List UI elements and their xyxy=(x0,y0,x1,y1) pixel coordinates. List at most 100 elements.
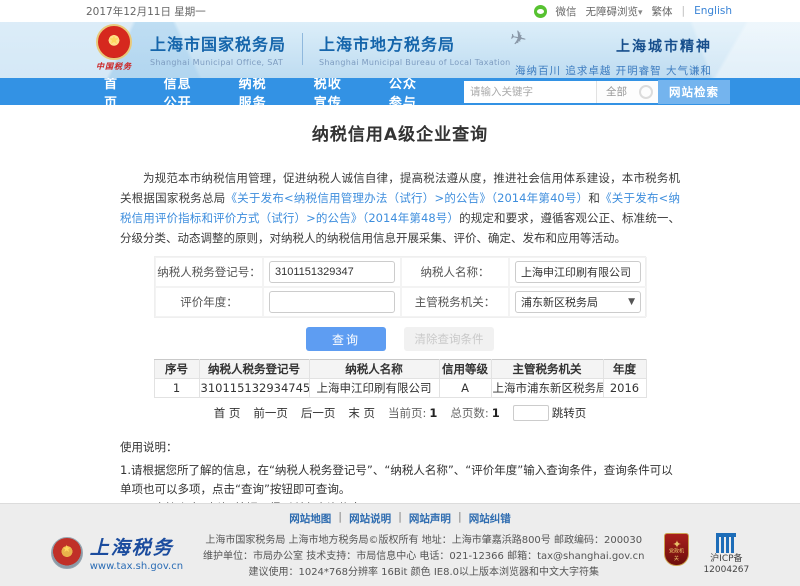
wechat-icon[interactable] xyxy=(534,5,547,18)
org1-english: Shanghai Municipal Office, SAT xyxy=(150,58,286,67)
top-utility-bar: 2017年12月11日 星期一 微信 无障碍浏览▾ 繁体 | English xyxy=(0,0,800,22)
query-button[interactable]: 查询 xyxy=(306,327,386,351)
nav-item-tax-publicity[interactable]: 税收宣传 xyxy=(314,73,345,111)
site-header: 中国税务 上海市国家税务局 Shanghai Municipal Office,… xyxy=(0,22,800,78)
current-page-number: 1 xyxy=(429,406,437,420)
col-header-reg-no: 纳税人税务登记号 xyxy=(199,360,309,379)
footer-site-url: www.tax.sh.gov.cn xyxy=(90,561,183,572)
taxpayer-name-input[interactable] xyxy=(515,261,641,283)
org2-english: Shanghai Municipal Bureau of Local Taxat… xyxy=(319,58,511,67)
footer-browser-advice-line: 建议使用：1024*768分辨率 16Bit 颜色 IE8.0以上版本浏览器和中… xyxy=(203,565,644,581)
table-cell-name: 上海申江印刷有限公司 xyxy=(309,379,439,398)
tax-emblem-logo[interactable]: 中国税务 xyxy=(88,24,140,72)
col-header-year: 年度 xyxy=(603,360,646,379)
org1-name: 上海市国家税务局 xyxy=(150,31,286,55)
footer-links: 网站地图 | 网站说明 | 网站声明 | 网站纠错 xyxy=(0,511,800,526)
pagination: 首 页 前一页 后一页 末 页 当前页: 1 总页数: 1 跳转页 xyxy=(120,405,680,421)
national-emblem-icon xyxy=(96,24,132,60)
main-content: 纳税信用A级企业查询 为规范本市纳税信用管理，促进纳税人诚信自律，提高税法遵从度… xyxy=(120,105,680,537)
current-page-label: 当前页: xyxy=(388,405,426,421)
org-national-tax[interactable]: 上海市国家税务局 Shanghai Municipal Office, SAT xyxy=(150,31,286,67)
col-header-authority: 主管税务机关 xyxy=(491,360,603,379)
eval-year-input[interactable] xyxy=(269,291,395,313)
tax-authority-select[interactable]: 浦东新区税务局 ▼ xyxy=(515,291,641,313)
total-pages-number: 1 xyxy=(492,406,500,420)
table-cell-year: 2016 xyxy=(603,379,646,398)
footer-link-error-report[interactable]: 网站纠错 xyxy=(469,511,511,526)
icp-number: 12004267 xyxy=(703,565,749,576)
col-header-name: 纳税人名称 xyxy=(309,360,439,379)
logo-caption: 中国税务 xyxy=(88,61,140,72)
intro-paragraph: 为规范本市纳税信用管理，促进纳税人诚信自律，提高税法遵从度，推进社会信用体系建设… xyxy=(120,168,680,248)
total-pages-label: 总页数: xyxy=(450,405,488,421)
wechat-link[interactable]: 微信 xyxy=(556,4,577,19)
main-nav: 首页 信息公开 纳税服务 税收宣传 公众参与 全部 网站检索 xyxy=(0,78,800,105)
taxpayer-name-label: 纳税人名称： xyxy=(421,264,490,280)
separator: | xyxy=(398,511,402,526)
jump-page-input[interactable] xyxy=(513,405,549,421)
instruction-line-1: 1.请根据您所了解的信息，在“纳税人税务登记号”、“纳税人名称”、“评价年度”输… xyxy=(120,461,680,499)
last-page-link[interactable]: 末 页 xyxy=(348,405,375,421)
search-scope-label: 全部 xyxy=(606,84,627,99)
accessibility-link[interactable]: 无障碍浏览▾ xyxy=(586,4,643,19)
reg-no-label: 纳税人税务登记号： xyxy=(157,264,261,280)
jump-page-button[interactable]: 跳转页 xyxy=(552,405,587,421)
nav-item-public-participation[interactable]: 公众参与 xyxy=(389,73,420,111)
org-local-tax[interactable]: 上海市地方税务局 Shanghai Municipal Bureau of Lo… xyxy=(319,31,511,67)
date-text: 2017年12月11日 星期一 xyxy=(86,4,206,19)
divider xyxy=(302,33,303,65)
icp-label: 沪ICP备 xyxy=(703,554,749,565)
nav-item-info-disclosure[interactable]: 信息公开 xyxy=(164,73,195,111)
icp-registration[interactable]: 沪ICP备 12004267 xyxy=(703,533,749,576)
eval-year-label: 评价年度： xyxy=(180,294,238,310)
table-cell-reg-no: 310115132934745 xyxy=(199,379,309,398)
col-header-index: 序号 xyxy=(154,360,199,379)
tax-bureau-emblem-icon xyxy=(51,537,83,569)
nav-item-tax-services[interactable]: 纳税服务 xyxy=(239,73,270,111)
reg-no-input[interactable] xyxy=(269,261,395,283)
tax-authority-label: 主管税务机关： xyxy=(415,294,496,310)
footer-link-sitemap[interactable]: 网站地图 xyxy=(289,511,331,526)
select-arrow-icon: ▼ xyxy=(628,297,635,307)
org2-name: 上海市地方税务局 xyxy=(319,31,511,55)
separator: | xyxy=(338,511,342,526)
policy-link-40[interactable]: 《关于发布<纳税信用管理办法（试行）>的公告》（2014年第40号） xyxy=(225,191,588,205)
prev-page-link[interactable]: 前一页 xyxy=(253,405,288,421)
tax-authority-value: 浦东新区税务局 xyxy=(521,294,598,310)
query-form: 纳税人税务登记号： 纳税人名称： 评价年度： 主管税务机关： 浦东新区税务局 ▼ xyxy=(154,256,646,318)
table-cell-credit-rating: A xyxy=(439,379,491,398)
spirit-title: 上海城市精神 xyxy=(515,36,712,56)
site-footer: 网站地图 | 网站说明 | 网站声明 | 网站纠错 上海税务 www.tax.s… xyxy=(0,503,800,586)
clear-conditions-button[interactable]: 清除查询条件 xyxy=(404,327,494,351)
chevron-down-icon: ▾ xyxy=(638,8,643,18)
first-page-link[interactable]: 首 页 xyxy=(214,405,241,421)
search-input[interactable] xyxy=(464,81,596,103)
magnifier-icon xyxy=(639,85,653,99)
table-cell-index: 1 xyxy=(154,379,199,398)
col-header-credit-rating: 信用等级 xyxy=(439,360,491,379)
government-badge-icon[interactable]: 党政机关 xyxy=(664,533,689,566)
table-header-row: 序号 纳税人税务登记号 纳税人名称 信用等级 主管税务机关 年度 xyxy=(154,360,646,379)
footer-link-site-help[interactable]: 网站说明 xyxy=(349,511,391,526)
intro-text-2: 和 xyxy=(588,191,600,205)
separator: | xyxy=(682,5,686,17)
search-scope-dropdown[interactable]: 全部 xyxy=(596,81,658,103)
nav-item-home[interactable]: 首页 xyxy=(104,73,120,111)
site-search-button[interactable]: 网站检索 xyxy=(658,80,730,104)
instructions-heading: 使用说明： xyxy=(120,438,680,457)
page-title: 纳税信用A级企业查询 xyxy=(120,105,680,145)
footer-copyright-line: 上海市国家税务局 上海市地方税务局©版权所有 地址：上海市肇嘉浜路800号 邮政… xyxy=(203,533,644,549)
footer-maintenance-line: 维护单位：市局办公室 技术支持：市局信息中心 电话：021-12366 邮箱：t… xyxy=(203,549,644,565)
icp-building-icon xyxy=(716,533,736,553)
english-link[interactable]: English xyxy=(694,5,732,17)
footer-link-site-statement[interactable]: 网站声明 xyxy=(409,511,451,526)
next-page-link[interactable]: 后一页 xyxy=(301,405,336,421)
traditional-chinese-link[interactable]: 繁体 xyxy=(652,4,673,19)
accessibility-label: 无障碍浏览 xyxy=(586,6,639,18)
footer-logo[interactable]: 上海税务 www.tax.sh.gov.cn xyxy=(51,533,183,572)
footer-info-text: 上海市国家税务局 上海市地方税务局©版权所有 地址：上海市肇嘉浜路800号 邮政… xyxy=(203,533,644,581)
spirit-slogan: 海纳百川 追求卓越 开明睿智 大气谦和 xyxy=(515,63,712,78)
table-row: 1 310115132934745 上海申江印刷有限公司 A 上海市浦东新区税务… xyxy=(154,379,646,398)
table-cell-authority: 上海市浦东新区税务局 xyxy=(491,379,603,398)
results-table: 序号 纳税人税务登记号 纳税人名称 信用等级 主管税务机关 年度 1 31011… xyxy=(154,359,647,398)
